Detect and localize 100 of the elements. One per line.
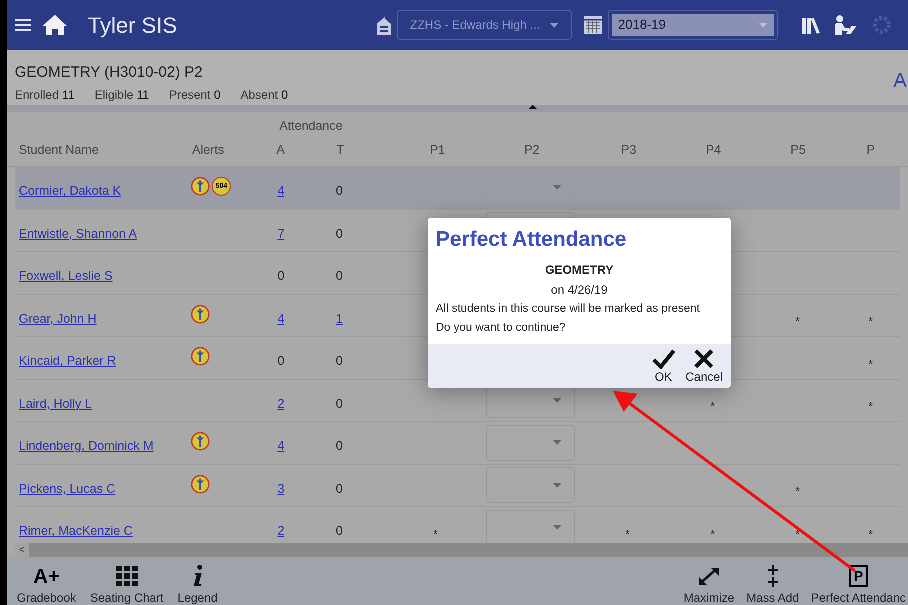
period-mark: *: [796, 528, 800, 542]
count-link[interactable]: 1: [336, 312, 343, 326]
student-name-link[interactable]: Grear, John H: [15, 302, 190, 329]
count-text: 0: [336, 396, 343, 411]
count-link[interactable]: 4: [278, 439, 285, 454]
student-name-link[interactable]: Pickens, Lucas C: [15, 472, 190, 499]
student-name-link[interactable]: Cormier, Dakota K: [15, 174, 190, 202]
maximize-icon: [697, 565, 722, 587]
toolbar-button[interactable]: Mass Add: [744, 558, 802, 604]
column-header: T: [336, 142, 346, 160]
count-text: 0: [336, 269, 343, 284]
caret-icon: [553, 398, 562, 403]
course-stat: Present 0: [169, 87, 221, 104]
column-group-header: Attendance: [278, 118, 344, 134]
home-icon[interactable]: [43, 15, 67, 35]
medical-alert-icon: [191, 474, 210, 494]
period-mark: *: [868, 400, 873, 415]
books-icon[interactable]: [802, 16, 820, 34]
student-name-link[interactable]: Kincaid, Parker R: [15, 344, 190, 372]
caret-icon: [553, 440, 562, 446]
toolbar-button[interactable]: Maximize: [682, 558, 737, 604]
medical-alert-icon: [191, 432, 210, 452]
column-header: Student Name: [18, 142, 100, 160]
student-name-link[interactable]: Laird, Holly L: [15, 386, 190, 414]
count-link[interactable]: 2: [278, 524, 285, 538]
course-stat: Enrolled 11: [15, 87, 75, 104]
course-title: GEOMETRY (H3010-02) P2: [15, 64, 204, 82]
caret-icon: [553, 482, 562, 488]
person-reading-icon[interactable]: [834, 15, 858, 35]
grade-icon: A+: [34, 567, 60, 587]
medical-alert-icon: [191, 177, 210, 196]
cancel-button[interactable]: Cancel: [686, 348, 723, 382]
student-row[interactable]: Lindenberg, Dominick M 4 0: [15, 422, 900, 464]
school-dropdown[interactable]: ZZHS - Edwards High ...: [397, 10, 572, 40]
column-header: P4: [704, 142, 722, 160]
period-mark: *: [868, 528, 873, 542]
horizontal-scrollbar[interactable]: <: [15, 543, 908, 557]
check-icon: [652, 348, 676, 368]
toolbar-button[interactable]: A+ Gradebook: [15, 558, 78, 604]
caret-icon: [550, 22, 560, 28]
medical-alert-icon: [191, 304, 210, 324]
count-link[interactable]: 2: [278, 396, 285, 411]
count-link[interactable]: 4: [278, 184, 285, 198]
student-row[interactable]: Pickens, Lucas C 3 0 *: [15, 464, 900, 507]
column-header: P1: [429, 142, 446, 160]
count-text: 0: [336, 482, 343, 496]
count-text: 0: [336, 184, 343, 198]
school-icon: [377, 15, 392, 35]
count-text: 0: [336, 439, 343, 454]
student-name-link[interactable]: Lindenberg, Dominick M: [15, 429, 190, 456]
count-text: 0: [278, 269, 285, 284]
boxed-p-icon: P: [848, 565, 868, 587]
period-mark: *: [710, 528, 715, 542]
gear-icon[interactable]: [872, 15, 892, 35]
period-mark: *: [868, 358, 873, 372]
dialog-message: All students in this course will be marked as present: [436, 302, 701, 317]
count-link[interactable]: 3: [278, 482, 285, 496]
caret-icon: [759, 22, 768, 28]
caret-icon: [553, 185, 562, 190]
course-stat: Eligible 11: [94, 87, 150, 104]
count-text: 0: [336, 226, 343, 241]
period-mark: *: [434, 528, 438, 542]
period-mark: *: [710, 400, 715, 415]
student-name-link[interactable]: Rimer, MacKenzie C: [15, 514, 190, 542]
caret-icon: [553, 525, 562, 530]
toolbar-button[interactable]: P Perfect Attendanc: [809, 558, 908, 604]
menu-icon[interactable]: [15, 18, 31, 32]
period-mark: *: [796, 485, 800, 500]
column-header: P: [866, 142, 876, 160]
course-stat: Absent 0: [240, 87, 288, 104]
medical-alert-icon: [191, 347, 210, 366]
dialog-title: Perfect Attendance: [436, 228, 627, 252]
count-text: 0: [336, 354, 343, 368]
ok-button[interactable]: OK: [652, 348, 676, 382]
count-text: 0: [278, 354, 285, 368]
column-header: P5: [790, 142, 807, 160]
toolbar-button[interactable]: Legend: [176, 558, 220, 604]
period-mark: *: [868, 315, 873, 330]
dialog-message: Do you want to continue?: [436, 321, 567, 336]
student-name-link[interactable]: Foxwell, Leslie S: [15, 259, 190, 286]
column-header: P2: [523, 142, 541, 160]
count-link[interactable]: 7: [278, 226, 285, 241]
header-edge-text: A: [894, 69, 907, 94]
scroll-left-button[interactable]: <: [15, 543, 29, 557]
count-link[interactable]: 4: [278, 312, 285, 326]
grid-icon: [116, 566, 138, 587]
close-icon: [693, 348, 716, 368]
calendar-icon[interactable]: [584, 16, 602, 34]
toolbar-button[interactable]: Seating Chart: [88, 558, 166, 604]
column-header: Alerts: [191, 142, 226, 160]
column-header: A: [276, 142, 286, 160]
dialog-date: on 4/26/19: [550, 282, 609, 299]
dialog-course: GEOMETRY: [544, 262, 615, 279]
plus-stack-icon: [766, 565, 780, 587]
info-icon: [192, 565, 204, 587]
column-header: P3: [620, 142, 638, 160]
student-name-link[interactable]: Entwistle, Shannon A: [15, 216, 190, 244]
year-dropdown[interactable]: 2018-19: [608, 10, 778, 40]
period-mark: *: [796, 315, 800, 330]
period-mark: *: [626, 528, 630, 542]
